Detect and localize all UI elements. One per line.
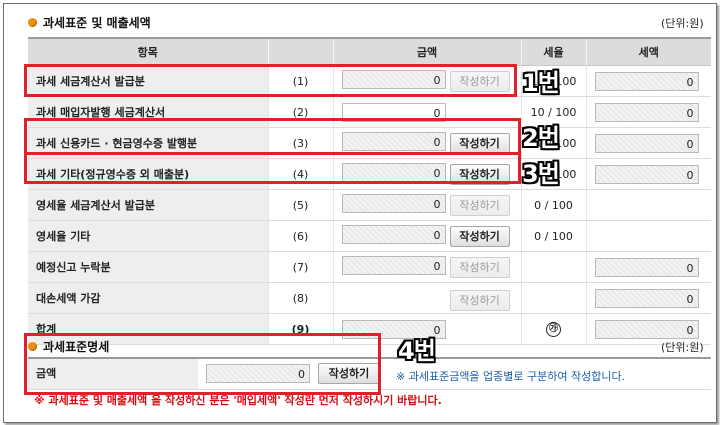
header-rate: 세율 [520, 37, 586, 66]
rate-value [520, 251, 586, 283]
annotation-box-3 [24, 152, 521, 184]
rate-value: 0 / 100 [520, 220, 586, 252]
section-title-text: 과세표준 및 매출세액 [43, 16, 151, 30]
amount-field[interactable]: 0 [341, 225, 446, 245]
amount-field[interactable]: 0 [341, 194, 446, 214]
tax-base-note: ※ 과세표준금액을 업종별로 구분하여 작성합니다. [396, 370, 626, 383]
amount-field[interactable]: 0 [341, 256, 446, 276]
row-label: 예정신고 누락분 [28, 251, 268, 283]
header-amount: 금액 [332, 37, 521, 66]
header-item: 항목 [28, 37, 268, 66]
circle-ga-mark: ㉮ [546, 322, 561, 337]
row-label: 대손세액 가감 [28, 282, 268, 314]
header-blank [267, 37, 333, 66]
header-tax: 세액 [585, 37, 711, 66]
unit-label-2: (단위:원) [661, 341, 704, 354]
table-row: 영세율 세금계산서 발급분 (5) 0 작성하기 0 / 100 [28, 189, 711, 221]
row-number: (7) [267, 251, 333, 283]
table-header: 항목 금액 세율 세액 [28, 37, 711, 66]
table-row: 영세율 기타 (6) 0 작성하기 0 / 100 [28, 220, 711, 252]
write-button[interactable]: 작성하기 [449, 256, 510, 278]
row-number: (8) [267, 282, 333, 314]
row-label: 영세율 세금계산서 발급분 [28, 189, 268, 221]
tax-field[interactable]: 0 [594, 319, 699, 339]
tax-field[interactable]: 0 [594, 257, 699, 277]
tax-field[interactable]: 0 [594, 102, 699, 122]
annotation-tag-2: 2번 [522, 124, 560, 152]
annotation-box-1 [24, 64, 517, 97]
table-row: 대손세액 가감 (8) 작성하기 0 [28, 282, 711, 314]
annotation-box-2 [24, 118, 521, 155]
unit-label: (단위:원) [661, 17, 704, 30]
bullet-icon [28, 18, 37, 27]
write-button[interactable]: 작성하기 [449, 225, 510, 247]
annotation-tag-4: 4번 [398, 337, 436, 365]
tax-empty [585, 220, 711, 252]
annotation-tag-1: 1번 [522, 69, 560, 97]
rate-value: 0 / 100 [520, 189, 586, 221]
table-row: 예정신고 누락분 (7) 0 작성하기 0 [28, 251, 711, 283]
write-button[interactable]: 작성하기 [449, 194, 510, 216]
row-number: (6) [267, 220, 333, 252]
row-label: 영세율 기타 [28, 220, 268, 252]
annotation-box-4 [24, 333, 381, 395]
tax-empty [585, 189, 711, 221]
write-button[interactable]: 작성하기 [449, 290, 510, 312]
tax-field[interactable]: 0 [594, 164, 699, 184]
tax-field[interactable]: 0 [594, 288, 699, 308]
row-number: (5) [267, 189, 333, 221]
annotation-tag-3: 3번 [522, 160, 560, 188]
tax-field[interactable]: 0 [594, 133, 699, 153]
rate-value [520, 282, 586, 314]
section-title: 과세표준 및 매출세액 [28, 14, 151, 31]
tax-field[interactable]: 0 [594, 71, 699, 91]
